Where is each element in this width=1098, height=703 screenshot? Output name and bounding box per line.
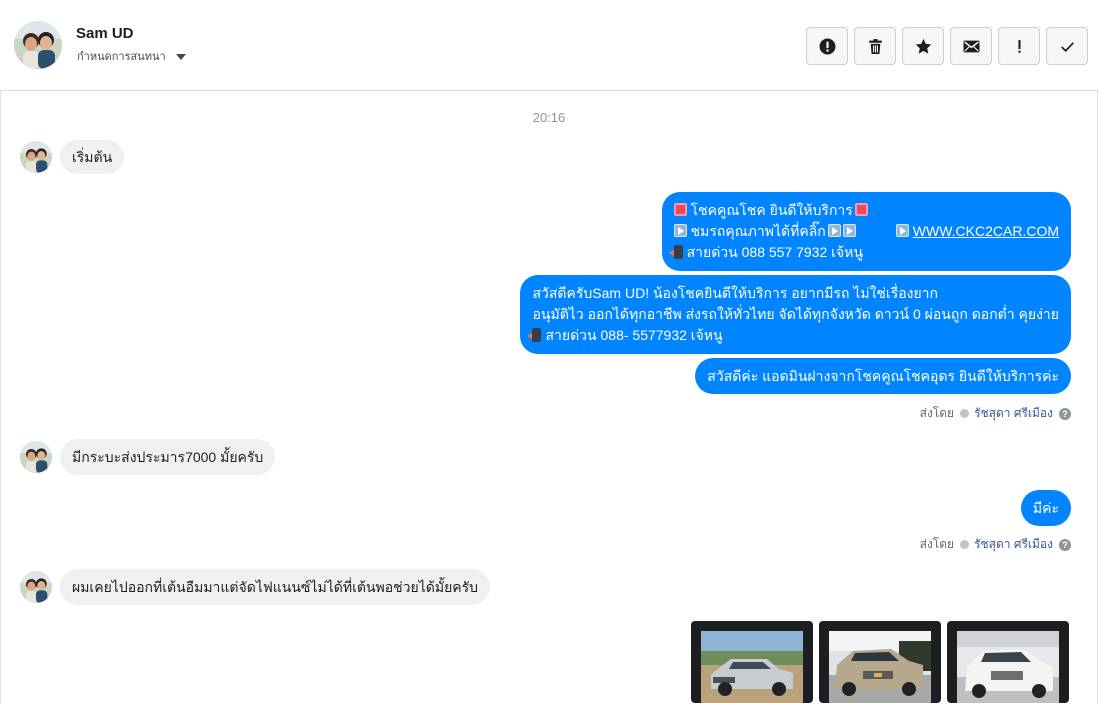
spam-button[interactable] <box>806 27 848 65</box>
sparkle-heart-icon <box>673 203 687 216</box>
play-button-icon <box>673 224 687 237</box>
car-photo-white-pickup <box>957 631 1059 703</box>
incoming-bubble[interactable]: มีกระบะส่งประมาร7000 มั้ยครับ <box>60 439 276 475</box>
incoming-message-row: เริ่มต้น <box>20 140 125 174</box>
assign-label: กำหนดการสนทนา <box>77 51 166 63</box>
contact-name: Sam UD <box>76 25 134 42</box>
sent-by-prefix: ส่งโดย <box>919 537 955 551</box>
message-thread[interactable]: 20:16 เริ่มต้น โชคคูณโชค ยินดีให้บริการ … <box>0 92 1098 703</box>
agent-dot-icon <box>960 540 970 549</box>
caret-down-icon <box>175 53 186 60</box>
delete-button[interactable] <box>854 27 896 65</box>
contact-avatar[interactable] <box>14 21 62 69</box>
star-icon <box>915 38 931 54</box>
message-line: สวัสดีครับSam UD! น้องโชคยินดีให้บริการ … <box>532 285 939 301</box>
spam-icon <box>819 38 835 54</box>
outgoing-bubble[interactable]: มีค่ะ <box>1020 490 1071 526</box>
assign-conversation-dropdown[interactable]: กำหนดการสนทนา <box>77 47 186 65</box>
website-link[interactable]: WWW.CKC2CAR.COM <box>913 223 1059 239</box>
conversation-toolbar <box>806 27 1088 65</box>
incoming-bubble[interactable]: เริ่มต้น <box>60 140 125 174</box>
message-line: อนุมัติไว ออกได้ทุกอาชีพ ส่งรถให้ทั่วไทย… <box>532 306 1059 322</box>
outgoing-message-group: โชคคูณโชค ยินดีให้บริการ ชมรถคุณภาพได้ที… <box>520 192 1071 394</box>
trash-icon <box>868 38 882 54</box>
mobile-phone-icon <box>527 328 542 342</box>
outgoing-bubble[interactable]: สวัสดีค่ะ แอดมินฝางจากโชคคูณโชคอุดร ยินด… <box>695 358 1071 394</box>
info-icon[interactable]: ? <box>1059 538 1071 551</box>
car-photo-silver-pickup <box>701 631 803 703</box>
star-button[interactable] <box>902 27 944 65</box>
message-line: สายด่วน 088- 5577932 เจ้หนู <box>527 325 1059 346</box>
outgoing-bubble[interactable]: โชคคูณโชค ยินดีให้บริการ ชมรถคุณภาพได้ที… <box>661 192 1071 271</box>
photo-attachment-2[interactable] <box>819 621 941 703</box>
thread-timestamp: 20:16 <box>532 110 566 125</box>
envelope-icon <box>963 40 979 52</box>
follow-up-icon <box>1017 39 1021 53</box>
car-photo-chevrolet-pickup <box>829 631 931 703</box>
play-button-icon <box>895 224 909 237</box>
sent-by-label: ส่งโดย รัชสุดา ศรีเมือง ? <box>920 535 1071 554</box>
follow-up-button[interactable] <box>998 27 1040 65</box>
info-icon[interactable]: ? <box>1059 407 1071 420</box>
sent-by-agent[interactable]: รัชสุดา ศรีเมือง <box>974 404 1053 423</box>
check-icon <box>1060 41 1074 52</box>
mark-unread-button[interactable] <box>950 27 992 65</box>
sent-by-prefix: ส่งโดย <box>919 406 955 420</box>
incoming-message-row: มีกระบะส่งประมาร7000 มั้ยครับ <box>20 439 276 475</box>
contact-avatar-small <box>20 571 52 603</box>
photo-attachments <box>691 621 1069 703</box>
sent-by-label: ส่งโดย รัชสุดา ศรีเมือง ? <box>920 404 1071 423</box>
mobile-phone-icon <box>668 245 683 259</box>
outgoing-message-group: มีค่ะ <box>1020 490 1071 526</box>
down-arrow-icon <box>827 224 841 237</box>
contact-avatar-small <box>20 141 52 173</box>
contact-avatar-small <box>20 441 52 473</box>
message-line: ชมรถคุณภาพได้ที่คลิ๊ก WWW.CKC2CAR.COM <box>673 221 1059 242</box>
incoming-message-row: ผมเคยไปออกที่เต้นอืมมาแต่จัดไฟแนนซ์ไม่ได… <box>20 569 491 605</box>
mark-done-button[interactable] <box>1046 27 1088 65</box>
agent-dot-icon <box>960 409 970 418</box>
outgoing-bubble[interactable]: สวัสดีครับSam UD! น้องโชคยินดีให้บริการ … <box>520 275 1071 354</box>
incoming-bubble[interactable]: ผมเคยไปออกที่เต้นอืมมาแต่จัดไฟแนนซ์ไม่ได… <box>60 569 491 605</box>
conversation-header: Sam UD กำหนดการสนทนา <box>0 0 1098 91</box>
down-arrow-icon <box>842 224 856 237</box>
message-line: สายด่วน 088 557 7932 เจ้หนู <box>668 242 1059 263</box>
sent-by-agent[interactable]: รัชสุดา ศรีเมือง <box>974 535 1053 554</box>
message-line: โชคคูณโชค ยินดีให้บริการ <box>673 200 1059 221</box>
sparkle-heart-icon <box>854 203 868 216</box>
photo-attachment-1[interactable] <box>691 621 813 703</box>
photo-attachment-3[interactable] <box>947 621 1069 703</box>
